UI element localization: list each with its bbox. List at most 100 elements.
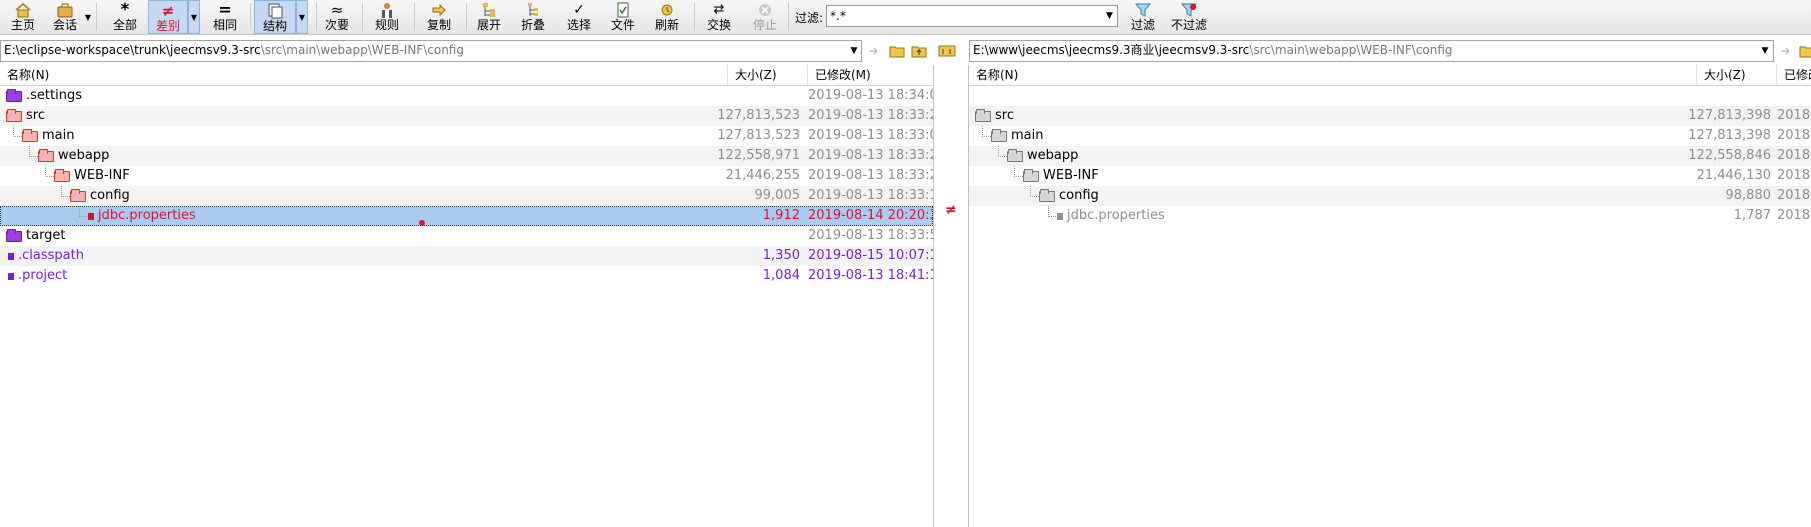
file-check-icon [612, 1, 634, 18]
row-size: 98,880 [1725, 188, 1772, 203]
left-header-size[interactable]: 大小(Z) [728, 65, 808, 85]
row-size: 122,558,846 [1688, 148, 1771, 163]
row-name: main [42, 128, 75, 143]
show-all-button[interactable]: * 全部 [108, 0, 142, 34]
table-row[interactable]: .settings 2019-08-13 18:34:02 [0, 86, 933, 106]
briefcase-icon [54, 1, 76, 18]
table-row[interactable]: WEB-INF 21,446,130 2018- [969, 166, 1811, 186]
tree-connector [982, 126, 991, 137]
expand-tree-icon [478, 1, 500, 18]
refresh-button[interactable]: 刷新 [650, 0, 684, 34]
table-row[interactable]: main 127,813,523 2019-08-13 18:33:02 [0, 126, 933, 146]
toolbar-separator [694, 3, 695, 31]
row-name: config [90, 188, 130, 203]
not-equal-icon: ≠ [945, 202, 957, 218]
tree-connector [1048, 206, 1056, 217]
table-row[interactable]: config 99,005 2019-08-13 18:33:19 [0, 186, 933, 206]
folder-open-icon [975, 108, 991, 122]
table-row[interactable]: config 98,880 2018- [969, 186, 1811, 206]
left-history-icon[interactable] [864, 41, 886, 61]
sync-folders-icon[interactable] [936, 41, 958, 61]
table-row[interactable]: webapp 122,558,846 2018- [969, 146, 1811, 166]
left-parent-folder-icon[interactable] [908, 41, 930, 61]
row-size: 127,813,523 [717, 128, 800, 143]
table-row[interactable]: src 127,813,398 2018- [969, 106, 1811, 126]
folder-open-icon [1039, 188, 1055, 202]
table-row[interactable]: target 2019-08-13 18:33:58 [0, 226, 933, 246]
sort-ascending-icon: ⌃ [360, 65, 368, 72]
filter-dropdown-arrow[interactable]: ▼ [1102, 6, 1117, 26]
row-size: 122,558,971 [717, 148, 800, 163]
file-orphan-icon [8, 252, 14, 260]
structure-button[interactable]: 结构 [254, 0, 296, 34]
right-header-modified[interactable]: 已修改 [1777, 65, 1811, 85]
expand-button[interactable]: 展开 [472, 0, 506, 34]
row-size: 127,813,398 [1688, 108, 1771, 123]
left-column-header: 名称(N) ⌃ 大小(Z) 已修改(M) [0, 65, 933, 86]
collapse-button[interactable]: 折叠 [516, 0, 550, 34]
minor-button[interactable]: ≈ 次要 [320, 0, 354, 34]
left-path-field[interactable]: E:\eclipse-workspace\trunk\jeecmsv9.3-sr… [0, 40, 862, 62]
row-modified: 2018- [1777, 188, 1811, 203]
table-row[interactable]: main 127,813,398 2018- [969, 126, 1811, 146]
folder-open-diff-icon [22, 128, 38, 142]
no-filter-button[interactable]: 不过滤 [1166, 0, 1212, 34]
right-browse-folder-icon[interactable] [1796, 41, 1811, 61]
row-name: target [26, 228, 66, 243]
show-same-button[interactable]: = 相同 [208, 0, 242, 34]
row-name: config [1059, 188, 1099, 203]
home-icon [12, 1, 34, 18]
home-button[interactable]: 主页 [6, 0, 40, 34]
row-size: 21,446,130 [1696, 168, 1771, 183]
right-path-dropdown-arrow[interactable]: ▼ [1758, 41, 1772, 61]
not-equal-icon: ≠ [161, 1, 175, 20]
toolbar-separator [362, 3, 363, 31]
row-name: jdbc.properties [1067, 208, 1165, 223]
table-row[interactable]: .project 1,084 2019-08-13 18:41:10 [0, 266, 933, 286]
row-name: .classpath [18, 248, 84, 263]
table-row[interactable]: .classpath 1,350 2019-08-15 10:07:15 [0, 246, 933, 266]
left-header-modified[interactable]: 已修改(M) [808, 65, 933, 85]
table-row[interactable]: webapp 122,558,971 2019-08-13 18:33:21 [0, 146, 933, 166]
row-name: src [26, 108, 45, 123]
show-differences-button[interactable]: ≠ 差别 [148, 0, 188, 34]
sort-ascending-icon: ⌃ [1329, 65, 1337, 72]
table-row[interactable]: src 127,813,523 2019-08-13 18:33:21 [0, 106, 933, 126]
folder-open-diff-icon [70, 188, 86, 202]
differences-dropdown-arrow[interactable]: ▼ [188, 0, 200, 34]
left-path-dropdown-arrow[interactable]: ▼ [847, 41, 861, 61]
stop-button[interactable]: 停止 [748, 0, 782, 34]
tree-connector [998, 146, 1007, 157]
session-dropdown-arrow[interactable]: ▼ [82, 0, 94, 34]
checkmarks-icon: ✓ [573, 1, 585, 18]
files-button[interactable]: 文件 [606, 0, 640, 34]
toolbar-separator [788, 3, 789, 31]
right-history-icon[interactable] [1776, 41, 1798, 61]
right-header-size[interactable]: 大小(Z) [1697, 65, 1777, 85]
copy-button[interactable]: 复制 [422, 0, 456, 34]
table-row-selected[interactable]: jdbc.properties 1,912 2019-08-14 20:20:3… [0, 206, 933, 226]
session-button[interactable]: 会话 [48, 0, 82, 34]
swap-button[interactable]: ⇄ 交换 [702, 0, 736, 34]
structure-dropdown-arrow[interactable]: ▼ [296, 0, 308, 34]
select-button[interactable]: ✓ 选择 [562, 0, 596, 34]
left-browse-folder-icon[interactable] [886, 41, 908, 61]
folder-open-diff-icon [38, 148, 54, 162]
toolbar-separator [414, 3, 415, 31]
row-modified: 2019-08-13 18:33:21 [808, 148, 933, 163]
file-orphan-icon [8, 272, 14, 280]
folder-orphan-icon [6, 88, 22, 102]
row-modified: 2019-08-13 18:41:10 [808, 268, 933, 283]
folder-orphan-icon [6, 228, 22, 242]
row-name: main [1011, 128, 1044, 143]
apply-filter-button[interactable]: 过滤 [1126, 0, 1160, 34]
left-pane: 名称(N) ⌃ 大小(Z) 已修改(M) .settings 2019-08-1… [0, 65, 933, 527]
right-path-field[interactable]: E:\www\jeecms\jeecms9.3商业\jeecmsv9.3-src… [969, 40, 1774, 62]
filter-input[interactable] [826, 5, 1118, 27]
table-row[interactable]: WEB-INF 21,446,255 2019-08-13 18:33:20 [0, 166, 933, 186]
right-column-header: 名称(N) ⌃ 大小(Z) 已修改 [969, 65, 1811, 86]
row-modified: 2018- [1777, 208, 1811, 223]
row-name: .project [18, 268, 68, 283]
table-row[interactable]: jdbc.properties 1,787 2018- [969, 206, 1811, 226]
rules-button[interactable]: 规则 [370, 0, 404, 34]
